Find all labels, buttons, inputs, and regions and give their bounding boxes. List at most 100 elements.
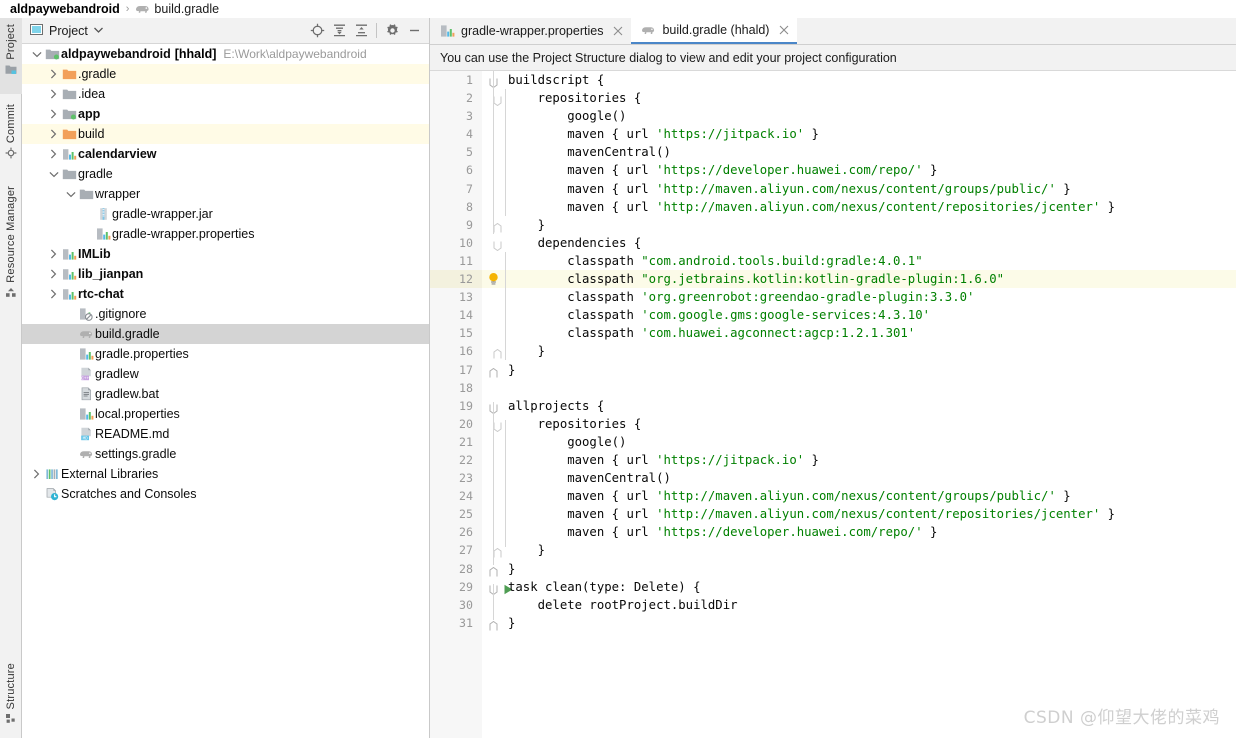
editor-tab-build-gradle-hhald-[interactable]: build.gradle (hhald) [631, 18, 798, 44]
collapse-all-icon[interactable] [350, 20, 372, 42]
tree-item-app[interactable]: app [22, 104, 429, 124]
chevron-right-icon[interactable] [47, 109, 60, 119]
fold-marker-close[interactable] [482, 614, 508, 632]
fold-marker-open[interactable] [482, 397, 508, 415]
tree-item-wrapper[interactable]: wrapper [22, 184, 429, 204]
close-icon[interactable] [613, 24, 623, 39]
code-line[interactable]: 26 maven { url 'https://developer.huawei… [430, 523, 1236, 541]
code-line[interactable]: 1 buildscript { [430, 71, 1236, 89]
code-line[interactable]: 23 mavenCentral() [430, 469, 1236, 487]
tree-item-gradle-wrapper-jar[interactable]: gradle-wrapper.jar [22, 204, 429, 224]
chevron-right-icon[interactable] [47, 69, 60, 79]
tree-item-build[interactable]: build [22, 124, 429, 144]
chevron-right-icon[interactable] [47, 249, 60, 259]
code-line[interactable]: 18 [430, 379, 1236, 397]
code-line[interactable]: 10 dependencies { [430, 234, 1236, 252]
expand-all-icon[interactable] [328, 20, 350, 42]
chevron-right-icon[interactable] [47, 149, 60, 159]
code-line[interactable]: 7 maven { url 'http://maven.aliyun.com/n… [430, 180, 1236, 198]
gutter-cell[interactable] [482, 379, 508, 397]
chevron-down-icon[interactable] [47, 171, 60, 178]
tree-item-gradle-wrapper-properties[interactable]: gradle-wrapper.properties [22, 224, 429, 244]
code-line[interactable]: 25 maven { url 'http://maven.aliyun.com/… [430, 505, 1236, 523]
gutter-cell[interactable] [482, 596, 508, 614]
project-tree[interactable]: aldpaywebandroid [hhald] E:\Work\aldpayweb… [22, 44, 429, 738]
code-line[interactable]: 30 delete rootProject.buildDir [430, 596, 1236, 614]
tree-item-aldpaywebandroid[interactable]: aldpaywebandroid [hhald] E:\Work\aldpayweb… [22, 44, 429, 64]
code-line[interactable]: 22 maven { url 'https://jitpack.io' } [430, 451, 1236, 469]
fold-marker-close[interactable] [482, 560, 508, 578]
sidebar-item-project[interactable]: Project [0, 18, 22, 94]
tree-item-gradle[interactable]: gradle [22, 164, 429, 184]
code-line[interactable]: 24 maven { url 'http://maven.aliyun.com/… [430, 487, 1236, 505]
code-line[interactable]: 27 } [430, 541, 1236, 559]
code-line[interactable]: 6 maven { url 'https://developer.huawei.… [430, 161, 1236, 179]
code-line[interactable]: 17} [430, 361, 1236, 379]
tree-item-scratches-and-consoles[interactable]: Scratches and Consoles [22, 484, 429, 504]
tree-item-label: .gradle [78, 67, 117, 81]
code-line[interactable]: 16 } [430, 342, 1236, 360]
sidebar-item-resource-manager[interactable]: Resource Manager [0, 186, 22, 314]
code-line[interactable]: 11 classpath "com.android.tools.build:gr… [430, 252, 1236, 270]
close-icon[interactable] [779, 23, 789, 38]
tree-item-gradle-properties[interactable]: gradle.properties [22, 344, 429, 364]
tree-item-gradlew-bat[interactable]: gradlew.bat [22, 384, 429, 404]
sidebar-item-structure[interactable]: Structure [0, 663, 22, 738]
tree-item-gradlew[interactable]: C++ gradlew [22, 364, 429, 384]
chevron-down-icon[interactable] [93, 26, 103, 35]
code-line[interactable]: 14 classpath 'com.google.gms:google-serv… [430, 306, 1236, 324]
line-number: 14 [459, 308, 473, 323]
tree-item-imlib[interactable]: IMLib [22, 244, 429, 264]
fold-marker-open[interactable] [482, 71, 508, 89]
code-line[interactable]: 2 repositories { [430, 89, 1236, 107]
code-line[interactable]: 15 classpath 'com.huawei.agconnect:agcp:… [430, 324, 1236, 342]
code-line[interactable]: 3 google() [430, 107, 1236, 125]
breadcrumb-leaf[interactable]: build.gradle [154, 2, 219, 16]
chevron-down-icon[interactable] [64, 191, 77, 198]
code-editor[interactable]: 1 buildscript {2 repositories {3 google()… [430, 71, 1236, 738]
code-line[interactable]: 13 classpath 'org.greenrobot:greendao-gr… [430, 288, 1236, 306]
code-line[interactable]: 19 allprojects { [430, 397, 1236, 415]
chevron-right-icon[interactable] [47, 289, 60, 299]
tree-item--gitignore[interactable]: .gitignore [22, 304, 429, 324]
minimize-icon[interactable] [403, 20, 425, 42]
fold-marker-open[interactable] [482, 578, 513, 596]
tree-item--gradle[interactable]: .gradle [22, 64, 429, 84]
fold-marker-close[interactable] [482, 361, 508, 379]
tree-item--idea[interactable]: .idea [22, 84, 429, 104]
tree-item-external-libraries[interactable]: External Libraries [22, 464, 429, 484]
tree-item-lib-jianpan[interactable]: lib_jianpan [22, 264, 429, 284]
code-line[interactable]: 29 task clean(type: Delete) { [430, 578, 1236, 596]
chevron-right-icon[interactable] [30, 469, 43, 479]
editor-tab-gradle-wrapper-properties[interactable]: gradle-wrapper.properties [430, 18, 631, 44]
code-line[interactable]: 31} [430, 614, 1236, 632]
breadcrumb-root[interactable]: aldpaywebandroid [10, 2, 120, 16]
gear-icon[interactable] [381, 20, 403, 42]
code-line[interactable]: 20 repositories { [430, 415, 1236, 433]
code-line[interactable]: 12 classpath "org.jetbrains.kotlin:kotli… [430, 270, 1236, 289]
sidebar-item-commit[interactable]: Commit [0, 104, 22, 176]
fold-marker-open-nested[interactable] [482, 234, 508, 252]
project-folder-icon [5, 64, 17, 78]
code-line[interactable]: 28} [430, 560, 1236, 578]
code-line[interactable]: 4 maven { url 'https://jitpack.io' } [430, 125, 1236, 143]
tree-item-readme-md[interactable]: MD README.md [22, 424, 429, 444]
tree-item-local-properties[interactable]: local.properties [22, 404, 429, 424]
code-line[interactable]: 21 google() [430, 433, 1236, 451]
code-line[interactable]: 9 } [430, 216, 1236, 234]
locate-target-icon[interactable] [306, 20, 328, 42]
tree-item-label: .gitignore [95, 307, 147, 321]
chevron-right-icon[interactable] [47, 89, 60, 99]
tree-item-build-gradle[interactable]: build.gradle [22, 324, 429, 344]
tree-item-calendarview[interactable]: calendarview [22, 144, 429, 164]
fold-marker-close-nested[interactable] [482, 216, 508, 234]
chevron-down-icon[interactable] [30, 51, 43, 58]
tree-item-settings-gradle[interactable]: settings.gradle [22, 444, 429, 464]
line-number: 21 [459, 434, 473, 449]
chevron-right-icon[interactable] [47, 129, 60, 139]
chevron-right-icon[interactable] [47, 269, 60, 279]
code-line[interactable]: 5 mavenCentral() [430, 143, 1236, 161]
tree-item-rtc-chat[interactable]: rtc-chat [22, 284, 429, 304]
code-line[interactable]: 8 maven { url 'http://maven.aliyun.com/n… [430, 198, 1236, 216]
tool-window-label: Project [5, 24, 17, 60]
